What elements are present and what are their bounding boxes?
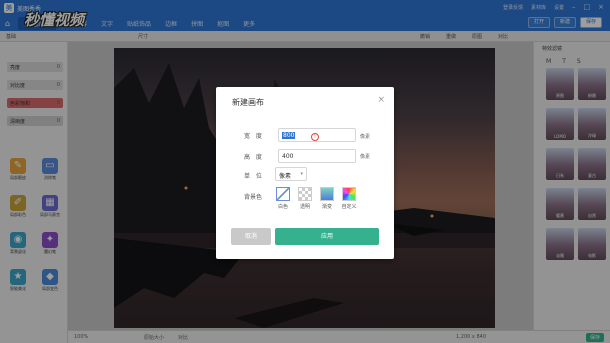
bg-option-label: 白色 [277,204,288,210]
width-label: 宽 度 [244,133,264,140]
apply-button[interactable]: 应用 [275,228,379,245]
bg-option-gradient[interactable]: 渐变 [319,187,335,210]
bg-option-label: 透明 [299,204,310,210]
bg-option-transparent[interactable]: 透明 [297,187,313,210]
unit-select[interactable]: 像素 ▾ [275,167,307,181]
new-canvas-dialog: 新建画布 × 宽 度 800 ! 像素 高 度 400 像素 单 位 像素 ▾ … [216,87,394,259]
rainbow-swatch [342,187,356,201]
checker-swatch [298,187,312,201]
cursor-indicator: ! [311,133,319,141]
bg-option-label: 渐变 [321,204,332,210]
width-value: 800 [282,132,296,139]
dialog-title: 新建画布 [232,98,264,107]
white-swatch [276,187,290,201]
height-unit: 像素 [360,154,371,160]
bg-option-label: 自定义 [341,204,357,210]
unit-select-value: 像素 [279,173,292,180]
bg-option-white[interactable]: 白色 [275,187,291,210]
height-field[interactable]: 400 [278,149,356,163]
gradient-swatch [320,187,334,201]
bg-option-custom[interactable]: 自定义 [341,187,357,210]
width-unit: 像素 [360,134,371,140]
background-label: 背景色 [244,194,263,201]
height-value: 400 [282,153,294,160]
dialog-close-icon[interactable]: × [377,95,385,105]
height-label: 高 度 [244,154,264,161]
unit-label: 单 位 [244,173,264,180]
chevron-down-icon: ▾ [300,171,303,177]
cancel-button[interactable]: 取消 [231,228,271,245]
